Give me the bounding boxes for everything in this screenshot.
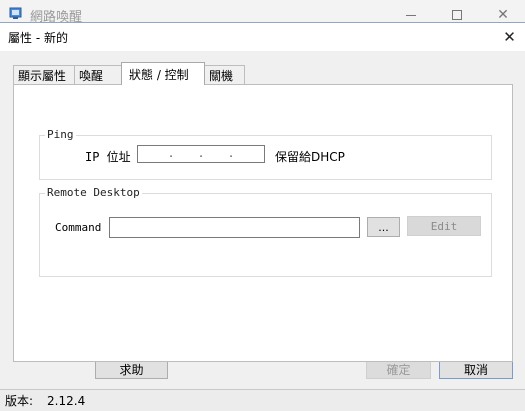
tab-label: 喚醒 xyxy=(79,69,104,83)
maximize-icon xyxy=(452,10,462,20)
help-button-label: 求助 xyxy=(119,362,144,377)
tab-wake[interactable]: 喚醒 xyxy=(74,65,122,85)
tab-label: 狀態 / 控制 xyxy=(129,67,189,82)
app-icon xyxy=(9,7,22,19)
status-bar: 版本: 2.12.4 xyxy=(0,389,525,411)
ip-separator: . xyxy=(227,147,235,160)
edit-button-label: Edit xyxy=(430,219,458,233)
ok-button[interactable]: 確定 xyxy=(366,359,431,379)
browse-button[interactable]: ... xyxy=(367,217,400,237)
minimize-icon xyxy=(406,14,416,16)
ip-address-label: IP 位址 xyxy=(85,150,131,164)
dhcp-reserved-label: 保留給DHCP xyxy=(275,150,345,164)
ping-group-legend: Ping xyxy=(45,128,76,141)
browse-button-label: ... xyxy=(378,220,389,234)
tab-label: 顯示屬性 xyxy=(18,69,67,83)
ok-button-label: 確定 xyxy=(386,362,411,377)
tab-display-properties[interactable]: 顯示屬性 xyxy=(13,65,75,85)
tab-shutdown[interactable]: 關機 xyxy=(204,65,245,85)
tab-label: 關機 xyxy=(209,69,234,83)
cancel-button[interactable]: 取消 xyxy=(439,359,513,379)
tab-status-control[interactable]: 狀態 / 控制 xyxy=(121,62,205,85)
cancel-button-label: 取消 xyxy=(463,362,488,377)
close-icon: ✕ xyxy=(503,28,516,46)
help-button[interactable]: 求助 xyxy=(95,359,168,379)
status-control-panel: Ping IP 位址 . . . 保留給DHCP Remote Desktop … xyxy=(13,84,513,362)
ip-address-input[interactable]: . . . xyxy=(137,145,265,163)
close-icon: ✕ xyxy=(497,7,509,23)
command-input[interactable] xyxy=(109,217,360,238)
ip-separator: . xyxy=(197,147,205,160)
ip-separator: . xyxy=(167,147,175,160)
edit-button[interactable]: Edit xyxy=(407,216,481,236)
dialog-title: 屬性 - 新的 xyxy=(8,31,68,45)
properties-dialog: 屬性 - 新的 ✕ 顯示屬性 喚醒 狀態 / 控制 關機 Ping IP 位址 … xyxy=(0,22,525,389)
dialog-titlebar: 屬性 - 新的 ✕ xyxy=(0,23,525,51)
dialog-close-button[interactable]: ✕ xyxy=(494,23,525,51)
version-label: 版本: xyxy=(5,394,34,408)
version-value: 2.12.4 xyxy=(47,393,86,408)
command-label: Command xyxy=(55,221,102,234)
remote-desktop-group-legend: Remote Desktop xyxy=(45,186,142,199)
